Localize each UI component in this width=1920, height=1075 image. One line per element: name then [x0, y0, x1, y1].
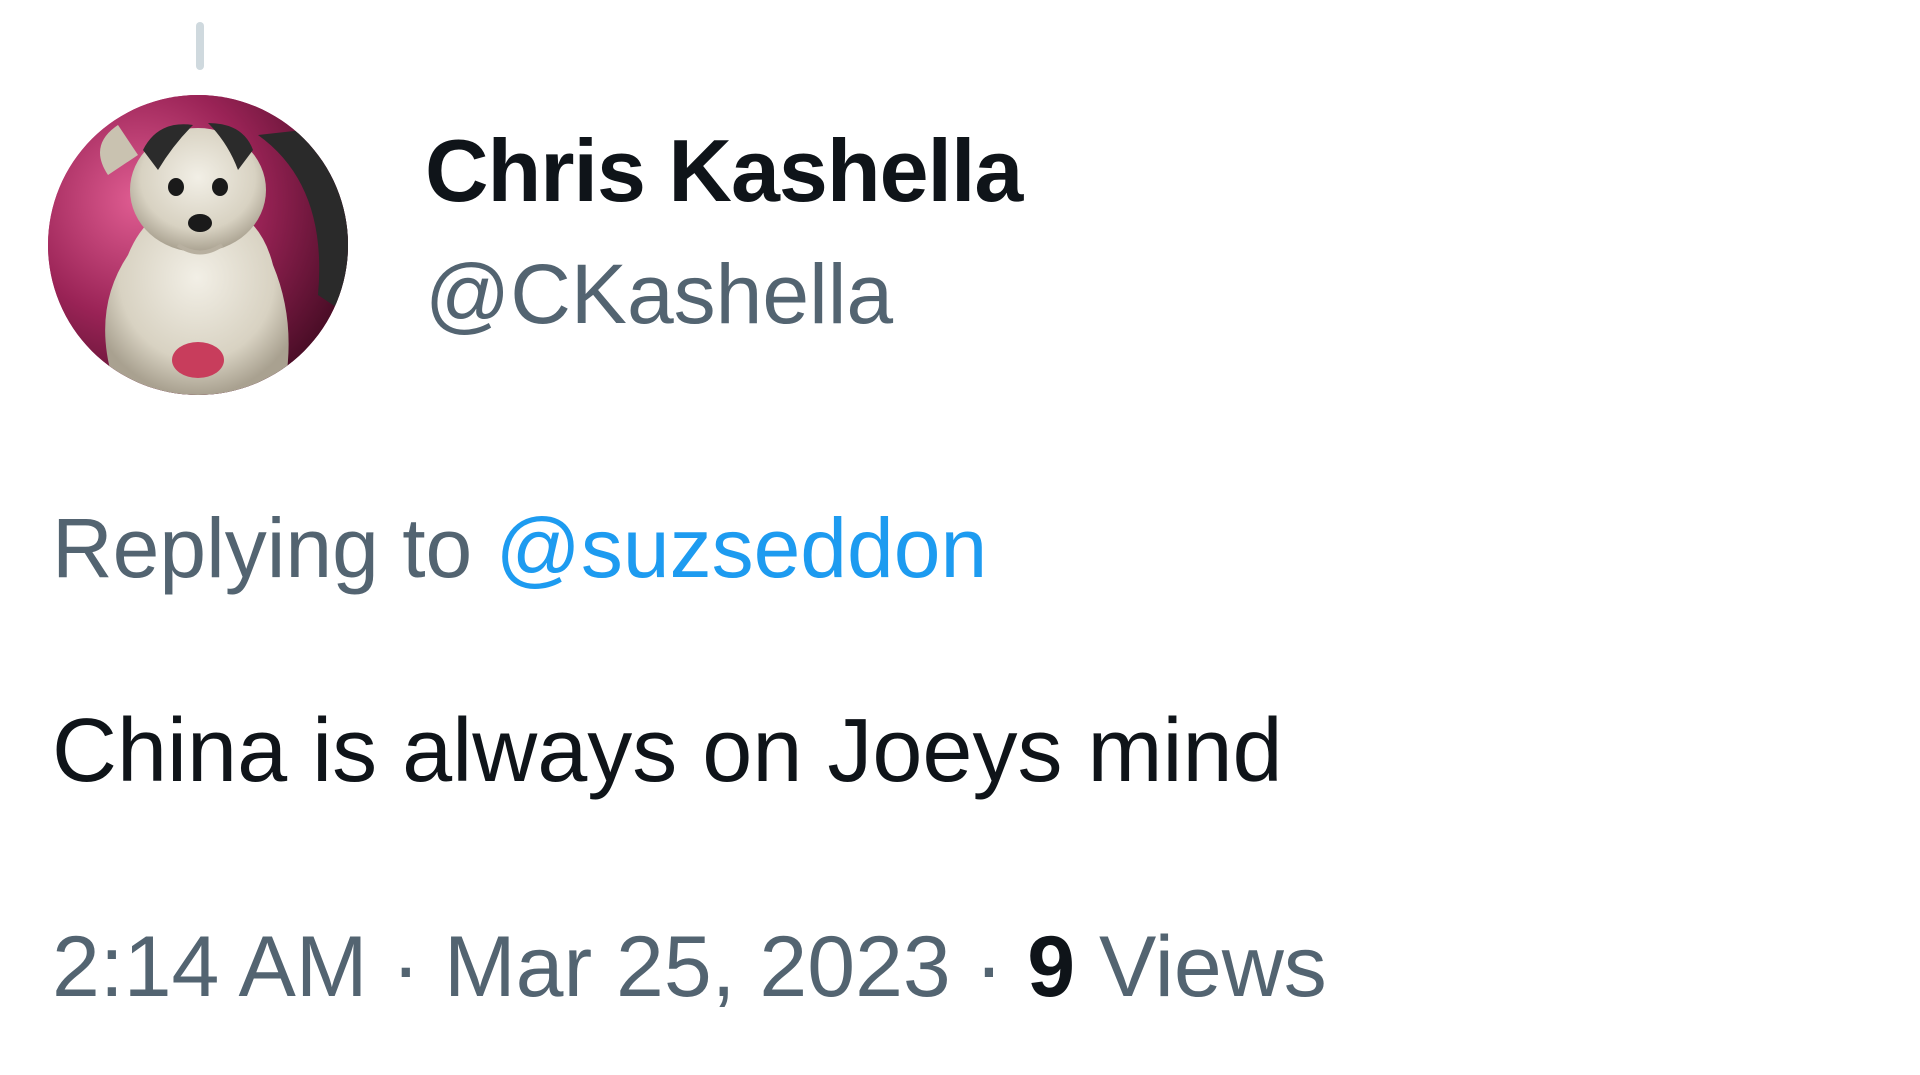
- author-display-name[interactable]: Chris Kashella: [425, 120, 1023, 222]
- tweet-text: China is always on Joeys mind: [52, 701, 1283, 801]
- replying-to-label: Replying to: [52, 501, 473, 595]
- reply-context: Replying to @suzseddon: [52, 500, 987, 597]
- author-avatar[interactable]: [48, 95, 348, 395]
- views-label[interactable]: Views: [1099, 919, 1327, 1015]
- thread-connector-line: [196, 22, 204, 70]
- reply-mention-link[interactable]: @suzseddon: [496, 501, 988, 595]
- tweet-time[interactable]: 2:14 AM: [52, 919, 368, 1015]
- meta-separator: ·: [391, 919, 421, 1015]
- tweet-date[interactable]: Mar 25, 2023: [444, 919, 951, 1015]
- views-count[interactable]: 9: [1027, 919, 1075, 1015]
- tweet-metadata: 2:14 AM · Mar 25, 2023 · 9 Views: [52, 918, 1327, 1017]
- author-handle[interactable]: @CKashella: [425, 246, 893, 343]
- dog-avatar-icon: [48, 95, 348, 395]
- meta-separator: ·: [974, 919, 1004, 1015]
